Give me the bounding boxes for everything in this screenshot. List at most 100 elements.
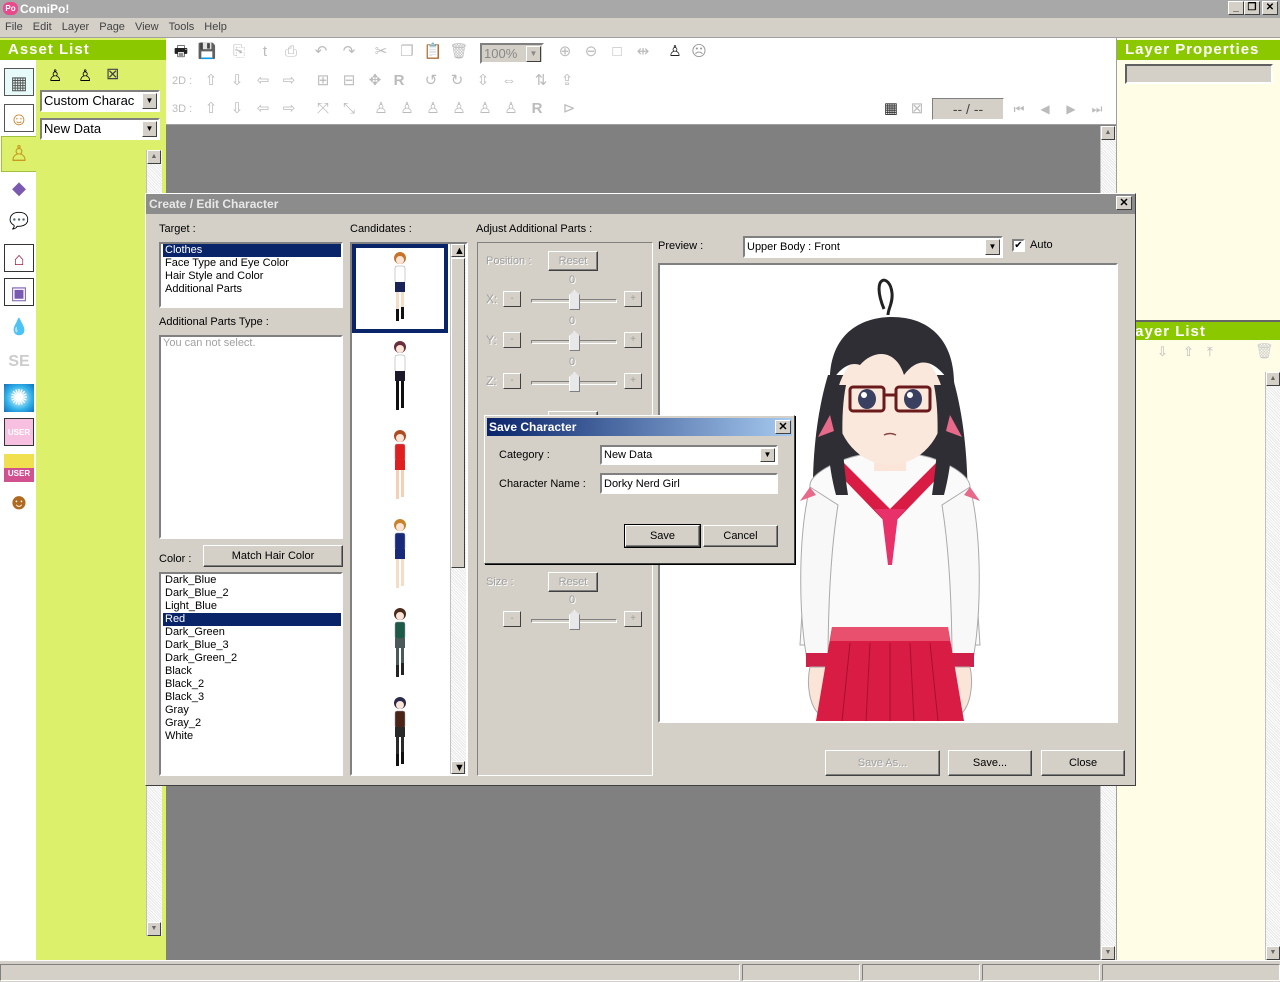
next-page-icon[interactable]: ▶ [1060, 98, 1082, 120]
position-reset-button[interactable]: Reset [548, 251, 598, 271]
twitter-icon[interactable]: t [254, 41, 276, 63]
character-name-input[interactable] [600, 473, 778, 494]
size-minus-button[interactable]: - [503, 611, 521, 627]
preview-select[interactable]: Upper Body : Front ▼ [743, 236, 1003, 258]
menu-file[interactable]: File [0, 18, 28, 33]
move-left-3d-icon[interactable]: ⇦ [252, 98, 274, 120]
chevron-down-icon[interactable]: ▼ [526, 46, 541, 62]
color-item[interactable]: Black_2 [163, 678, 341, 691]
menu-edit[interactable]: Edit [28, 18, 57, 33]
tab-user-image-icon[interactable]: USER [4, 418, 34, 446]
redo-icon[interactable]: ↷ [338, 41, 360, 63]
tab-flash-effect-icon[interactable]: ✺ [4, 384, 34, 412]
trash-icon[interactable]: 🗑 [448, 41, 470, 63]
color-item[interactable]: Dark_Blue_3 [163, 639, 341, 652]
color-item[interactable]: Dark_Blue [163, 574, 341, 587]
tab-3d-object-icon[interactable]: ◆ [4, 174, 34, 202]
move-right-2d-icon[interactable]: ⇨ [278, 70, 300, 92]
menu-help[interactable]: Help [199, 18, 232, 33]
reset-layer-icon[interactable]: ⇅ [530, 70, 552, 92]
reset-2d-icon[interactable]: R [388, 70, 410, 92]
color-item[interactable]: Light_Blue [163, 600, 341, 613]
tab-speech-balloon-icon[interactable]: 💬 [4, 208, 34, 236]
zoom-out-3d-icon[interactable]: ⤡ [338, 98, 360, 120]
spin-left-icon[interactable]: ♙ [422, 98, 444, 120]
zoom-in-3d-icon[interactable]: ⤧ [312, 98, 334, 120]
move-down-3d-icon[interactable]: ⇩ [226, 98, 248, 120]
menu-tools[interactable]: Tools [164, 18, 200, 33]
first-page-icon[interactable]: ⏮ [1008, 98, 1030, 120]
menu-layer[interactable]: Layer [57, 18, 95, 33]
last-page-icon[interactable]: ⏭ [1086, 98, 1108, 120]
tilt-forward-icon[interactable]: ♙ [500, 98, 522, 120]
rotate-right-icon[interactable]: ↻ [446, 70, 468, 92]
scroll-down-icon[interactable]: ▼ [147, 922, 161, 936]
spin-right-icon[interactable]: ♙ [448, 98, 470, 120]
save-icon[interactable]: 💾 [196, 41, 218, 63]
flip-vertical-icon[interactable]: ⇳ [472, 70, 494, 92]
save-dialog-close-button[interactable]: ✕ [775, 420, 791, 434]
auto-checkbox[interactable]: ✔ [1012, 239, 1025, 252]
zoom-select[interactable]: 100% ▼ [480, 43, 544, 64]
color-item[interactable]: White [163, 730, 341, 743]
move-left-2d-icon[interactable]: ⇦ [252, 70, 274, 92]
save-button[interactable]: Save [624, 524, 701, 548]
fit-width-icon[interactable]: ⇹ [632, 41, 654, 63]
match-hair-color-button[interactable]: Match Hair Color [203, 545, 343, 567]
cut-icon[interactable]: ✂ [370, 41, 392, 63]
new-character-icon[interactable]: ♙ [48, 66, 62, 86]
color-item[interactable]: Black [163, 665, 341, 678]
flip-horizontal-icon[interactable]: ⇔ [498, 70, 520, 92]
layer-top-icon[interactable]: ⤒ [1207, 344, 1213, 360]
tilt-back-icon[interactable]: ♙ [474, 98, 496, 120]
chevron-down-icon[interactable]: ▼ [760, 448, 775, 462]
tab-sound-effect-icon[interactable]: SE [4, 348, 34, 376]
layer-down-icon[interactable]: ⇩ [1157, 344, 1168, 360]
scroll-thumb[interactable] [451, 258, 465, 568]
paste-icon[interactable]: 📋 [422, 41, 444, 63]
target-list[interactable]: Clothes Face Type and Eye Color Hair Style… [159, 242, 343, 308]
additional-parts-type-list[interactable]: You can not select. [159, 335, 343, 539]
candidate-item[interactable] [352, 422, 448, 511]
enlarge-icon[interactable]: ⊞ [312, 70, 334, 92]
edit-character-icon[interactable]: ♙ [78, 66, 92, 86]
prev-page-icon[interactable]: ◀ [1034, 98, 1056, 120]
shrink-icon[interactable]: ⊟ [338, 70, 360, 92]
camera-icon[interactable]: ⊳ [558, 98, 580, 120]
color-item[interactable]: Red [163, 613, 341, 626]
candidate-item[interactable] [352, 333, 448, 422]
copy-icon[interactable]: ❐ [396, 41, 418, 63]
print-icon[interactable]: ⎙ [280, 41, 302, 63]
color-item[interactable]: Gray_2 [163, 717, 341, 730]
close-button[interactable]: Close [1041, 750, 1125, 776]
menu-view[interactable]: View [130, 18, 164, 33]
tab-character-2d-icon[interactable]: ☺ [4, 104, 34, 132]
window-close-button[interactable]: ✕ [1262, 1, 1278, 15]
restore-button[interactable]: ❐ [1244, 1, 1260, 15]
open-icon[interactable]: 🖶 [170, 41, 192, 63]
delete-character-icon[interactable]: ⊠ [106, 64, 119, 84]
layer-up-icon[interactable]: ⇧ [1183, 344, 1194, 360]
candidates-list[interactable]: ▲ ▼ [350, 242, 468, 776]
undo-icon[interactable]: ↶ [310, 41, 332, 63]
face-icon[interactable]: ☹ [688, 41, 710, 63]
move-up-3d-icon[interactable]: ⇧ [200, 98, 222, 120]
color-item[interactable]: Gray [163, 704, 341, 717]
chevron-down-icon[interactable]: ▼ [985, 239, 1000, 255]
layer-delete-icon[interactable]: 🗑 [1255, 342, 1274, 360]
axis-1-plus-button[interactable]: + [624, 332, 642, 348]
tab-character-box-icon[interactable]: ☻ [4, 488, 34, 516]
save-dots-button[interactable]: Save... [948, 750, 1032, 776]
target-item[interactable]: Additional Parts [163, 283, 341, 296]
tab-user-3d-icon[interactable]: USER [4, 454, 34, 482]
target-item[interactable]: Clothes [163, 244, 341, 257]
candidate-item[interactable] [352, 511, 448, 600]
fit-icon[interactable]: ✥ [364, 70, 386, 92]
turn-right-icon[interactable]: ♙ [396, 98, 418, 120]
fit-page-icon[interactable]: □ [606, 41, 628, 63]
tab-object-icon[interactable]: ▣ [4, 278, 34, 306]
asset-data-select[interactable]: New Data ▼ [40, 118, 160, 140]
chevron-down-icon[interactable]: ▼ [142, 93, 157, 109]
axis-2-minus-button[interactable]: - [503, 373, 521, 389]
tab-panel-layout-icon[interactable]: ▦ [4, 68, 34, 96]
